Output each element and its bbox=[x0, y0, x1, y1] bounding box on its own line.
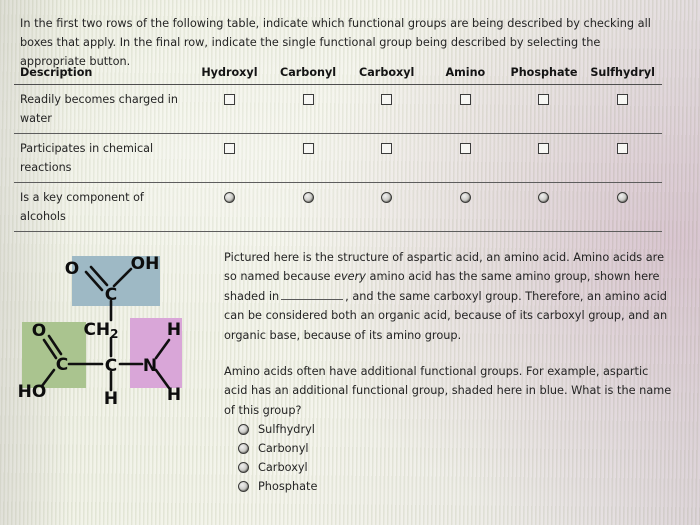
cell-row2-amino[interactable] bbox=[426, 133, 505, 183]
cell-row3-phosphate[interactable] bbox=[504, 182, 584, 232]
passage-p1-emphasis: every bbox=[334, 270, 366, 284]
answer-label-carboxyl: Carboxyl bbox=[258, 461, 308, 474]
radio-answer-phosphate[interactable] bbox=[238, 481, 249, 492]
atom-label-CH2: CH2 bbox=[83, 320, 118, 341]
atom-label-C-side: C bbox=[56, 355, 68, 375]
passage-text: Pictured here is the structure of aspart… bbox=[224, 248, 674, 420]
passage-p1-part-c: , and the same carboxyl group. Therefore… bbox=[224, 289, 668, 342]
atom-label-HO: HO bbox=[18, 382, 47, 402]
table-row: Participates in chemical reactions bbox=[14, 133, 662, 183]
checkbox-row2-carbonyl[interactable] bbox=[302, 143, 314, 154]
table-header-row: Description Hydroxyl Carbonyl Carboxyl A… bbox=[14, 66, 662, 85]
column-header-amino: Amino bbox=[426, 66, 505, 85]
row-description-chemical-reactions: Participates in chemical reactions bbox=[14, 133, 191, 183]
cell-row3-carbonyl[interactable] bbox=[268, 182, 348, 232]
checkbox-row2-phosphate[interactable] bbox=[538, 143, 550, 154]
column-header-carboxyl: Carboxyl bbox=[347, 66, 427, 85]
atom-label-H-alpha: H bbox=[104, 389, 118, 408]
cell-row3-sulfhydryl[interactable] bbox=[583, 182, 662, 232]
cell-row3-carboxyl[interactable] bbox=[347, 182, 427, 232]
cell-row3-hydroxyl[interactable] bbox=[190, 182, 269, 232]
cell-row1-amino[interactable] bbox=[426, 84, 505, 134]
radio-row3-phosphate[interactable] bbox=[538, 192, 550, 203]
cell-row1-sulfhydryl[interactable] bbox=[583, 84, 662, 134]
answer-options-group: Sulfhydryl Carbonyl Carboxyl Phosphate bbox=[238, 421, 498, 497]
atom-label-O-top: O bbox=[65, 259, 79, 279]
cell-row2-carboxyl[interactable] bbox=[347, 133, 427, 183]
atom-label-OH-top: OH bbox=[131, 254, 160, 274]
answer-option-sulfhydryl[interactable]: Sulfhydryl bbox=[238, 421, 498, 438]
checkbox-row1-sulfhydryl[interactable] bbox=[617, 94, 629, 105]
answer-label-carbonyl: Carbonyl bbox=[258, 442, 309, 455]
checkbox-row1-carboxyl[interactable] bbox=[381, 94, 393, 105]
cell-row1-carbonyl[interactable] bbox=[268, 84, 348, 134]
checkbox-row2-hydroxyl[interactable] bbox=[223, 143, 235, 154]
checkbox-row1-hydroxyl[interactable] bbox=[223, 94, 235, 105]
cell-row1-hydroxyl[interactable] bbox=[190, 84, 269, 134]
radio-row3-carbonyl[interactable] bbox=[302, 192, 314, 203]
atom-label-C-top: C bbox=[105, 285, 117, 305]
table-row: Is a key component of alcohols bbox=[14, 182, 662, 232]
cell-row3-amino[interactable] bbox=[426, 182, 505, 232]
row-description-alcohols: Is a key component of alcohols bbox=[14, 182, 191, 232]
passage-paragraph-2: Amino acids often have additional functi… bbox=[224, 365, 672, 417]
checkbox-row2-amino[interactable] bbox=[459, 143, 471, 154]
answer-option-carbonyl[interactable]: Carbonyl bbox=[238, 440, 498, 457]
checkbox-row2-carboxyl[interactable] bbox=[381, 143, 393, 154]
atom-label-H-lower: H bbox=[167, 385, 181, 405]
column-header-description: Description bbox=[14, 66, 191, 85]
atom-label-H-upper: H bbox=[167, 320, 181, 340]
atom-label-C-alpha: C bbox=[105, 356, 117, 376]
table-row: Readily becomes charged in water bbox=[14, 84, 662, 134]
fill-in-blank[interactable] bbox=[281, 298, 344, 300]
cell-row2-phosphate[interactable] bbox=[504, 133, 584, 183]
cell-row2-carbonyl[interactable] bbox=[268, 133, 348, 183]
cell-row2-sulfhydryl[interactable] bbox=[583, 133, 662, 183]
checkbox-row1-phosphate[interactable] bbox=[538, 94, 550, 105]
radio-answer-sulfhydryl[interactable] bbox=[238, 424, 249, 435]
passage-paragraph-1: Pictured here is the structure of aspart… bbox=[224, 248, 674, 345]
column-header-sulfhydryl: Sulfhydryl bbox=[583, 66, 662, 85]
column-header-carbonyl: Carbonyl bbox=[268, 66, 348, 85]
aspartic-acid-figure: O OH C CH2 O C HO C H N H H bbox=[14, 248, 214, 408]
answer-option-phosphate[interactable]: Phosphate bbox=[238, 478, 498, 495]
functional-groups-table: Description Hydroxyl Carbonyl Carboxyl A… bbox=[14, 66, 662, 232]
checkbox-row2-sulfhydryl[interactable] bbox=[617, 143, 629, 154]
instructions-text: In the first two rows of the following t… bbox=[20, 14, 668, 71]
answer-label-sulfhydryl: Sulfhydryl bbox=[258, 423, 315, 436]
answer-option-carboxyl[interactable]: Carboxyl bbox=[238, 459, 498, 476]
radio-answer-carbonyl[interactable] bbox=[238, 443, 249, 454]
instructions-line-2: that apply. In the final row, indicate t… bbox=[20, 36, 601, 68]
atom-label-O-side: O bbox=[32, 321, 46, 341]
answer-label-phosphate: Phosphate bbox=[258, 480, 318, 493]
radio-row3-hydroxyl[interactable] bbox=[223, 192, 235, 203]
radio-row3-sulfhydryl[interactable] bbox=[617, 192, 629, 203]
checkbox-row1-amino[interactable] bbox=[459, 94, 471, 105]
atom-label-N: N bbox=[143, 356, 157, 376]
row-description-charged-in-water: Readily becomes charged in water bbox=[14, 84, 191, 134]
column-header-phosphate: Phosphate bbox=[504, 66, 584, 85]
radio-row3-carboxyl[interactable] bbox=[381, 192, 393, 203]
cell-row2-hydroxyl[interactable] bbox=[190, 133, 269, 183]
radio-row3-amino[interactable] bbox=[459, 192, 471, 203]
radio-answer-carboxyl[interactable] bbox=[238, 462, 249, 473]
cell-row1-carboxyl[interactable] bbox=[347, 84, 427, 134]
cell-row1-phosphate[interactable] bbox=[504, 84, 584, 134]
checkbox-row1-carbonyl[interactable] bbox=[302, 94, 314, 105]
column-header-hydroxyl: Hydroxyl bbox=[190, 66, 269, 85]
